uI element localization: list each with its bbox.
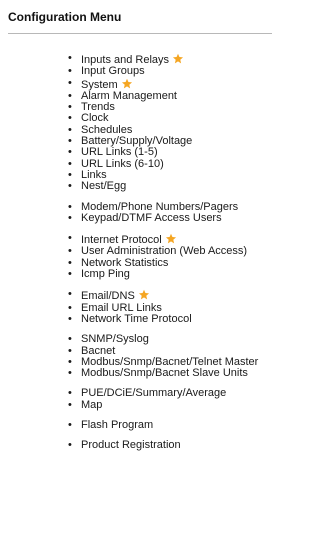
menu-item-email-dns: • Email/DNS (66, 289, 285, 302)
menu-item-product-registration: • Product Registration (66, 439, 285, 452)
bullet-icon: • (68, 268, 72, 281)
menu-link[interactable]: Map (81, 399, 102, 411)
menu-link[interactable]: Nest/Egg (81, 180, 126, 192)
menu-group: • Flash Program (66, 419, 285, 432)
menu-item-internet-protocol: • Internet Protocol (66, 232, 285, 246)
menu-group: • PUE/DCiE/Summary/Average • Map (66, 388, 285, 411)
menu-group: • Product Registration (66, 439, 285, 452)
menu-item-network-time-protocol: • Network Time Protocol (66, 312, 285, 325)
menu-link[interactable]: Email URL Links (81, 302, 162, 314)
menu-group: • Email/DNS • Email URL Links • Network Time … (66, 289, 285, 325)
menu-link[interactable]: Modbus/Snmp/Bacnet/Telnet Master (81, 356, 258, 368)
bullet-icon: • (68, 419, 72, 432)
menu-link[interactable]: URL Links (6-10) (81, 158, 164, 170)
bullet-icon: • (68, 439, 72, 452)
menu-link[interactable]: Alarm Management (81, 90, 177, 102)
menu-link[interactable]: Inputs and Relays (81, 54, 169, 66)
menu-link[interactable]: Network Time Protocol (81, 313, 192, 325)
menu-item-inputs-and-relays: • Inputs and Relays (66, 52, 285, 66)
menu-group: • Modem/Phone Numbers/Pagers • Keypad/DTMF … (66, 201, 285, 225)
bullet-icon: • (68, 76, 72, 89)
bullet-icon: • (68, 312, 72, 325)
menu-group: • Internet Protocol • User Administration (… (66, 232, 285, 281)
menu-link[interactable]: User Administration (Web Access) (81, 245, 247, 257)
menu-link[interactable]: Keypad/DTMF Access Users (81, 212, 222, 224)
menu-group: • SNMP/Syslog • Bacnet • Modbus/Snmp/Bacnet/T… (66, 333, 285, 380)
menu-item-keypad-dtmf-access-users: • Keypad/DTMF Access Users (66, 211, 285, 224)
bullet-icon: • (68, 65, 72, 78)
menu-link[interactable]: Modem/Phone Numbers/Pagers (81, 201, 238, 213)
menu-link[interactable]: Email/DNS (81, 290, 135, 302)
bullet-icon: • (68, 146, 72, 159)
menu-link[interactable]: Flash Program (81, 419, 153, 431)
menu-link[interactable]: URL Links (1-5) (81, 146, 158, 158)
bullet-icon: • (68, 333, 72, 346)
menu-link[interactable]: Clock (81, 112, 109, 124)
bullet-icon: • (68, 398, 72, 411)
star-icon (138, 290, 149, 300)
star-icon (173, 53, 184, 64)
menu-link[interactable]: Schedules (81, 124, 132, 136)
menu-item-system: • System (66, 76, 285, 91)
menu-link[interactable]: Product Registration (81, 439, 181, 451)
menu-item-icmp-ping: • Icmp Ping (66, 268, 285, 281)
menu-link[interactable]: Bacnet (81, 345, 115, 357)
menu-link[interactable]: SNMP/Syslog (81, 333, 149, 345)
bullet-icon: • (68, 211, 72, 224)
menu-link[interactable]: Network Statistics (81, 257, 168, 269)
menu-item-input-groups: • Input Groups (66, 65, 285, 78)
menu-link[interactable]: Trends (81, 101, 115, 113)
menu-item-map: • Map (66, 398, 285, 411)
bullet-icon: • (68, 180, 72, 193)
bullet-icon: • (68, 52, 72, 64)
star-icon (121, 78, 132, 88)
configuration-menu: • Inputs and Relays • Input Groups • System • A… (66, 52, 285, 461)
bullet-icon: • (68, 288, 72, 301)
menu-link[interactable]: Battery/Supply/Voltage (81, 135, 192, 147)
menu-link[interactable]: System (81, 79, 118, 91)
bullet-icon: • (68, 367, 72, 380)
menu-item-modbus-snmp-bacnet-slave-units: • Modbus/Snmp/Bacnet Slave Units (66, 367, 285, 380)
menu-item-nest-egg: • Nest/Egg (66, 180, 285, 193)
menu-item-flash-program: • Flash Program (66, 419, 285, 432)
title-divider (8, 33, 272, 34)
star-icon (165, 233, 176, 244)
menu-group: • Inputs and Relays • Input Groups • System • A… (66, 52, 285, 193)
menu-link[interactable]: Modbus/Snmp/Bacnet Slave Units (81, 367, 248, 379)
menu-link[interactable]: Internet Protocol (81, 234, 162, 246)
page-title: Configuration Menu (8, 10, 122, 24)
bullet-icon: • (68, 232, 72, 245)
menu-link[interactable]: Icmp Ping (81, 268, 130, 280)
menu-link[interactable]: Links (81, 169, 107, 181)
menu-link[interactable]: PUE/DCiE/Summary/Average (81, 387, 226, 399)
menu-link[interactable]: Input Groups (81, 65, 145, 77)
